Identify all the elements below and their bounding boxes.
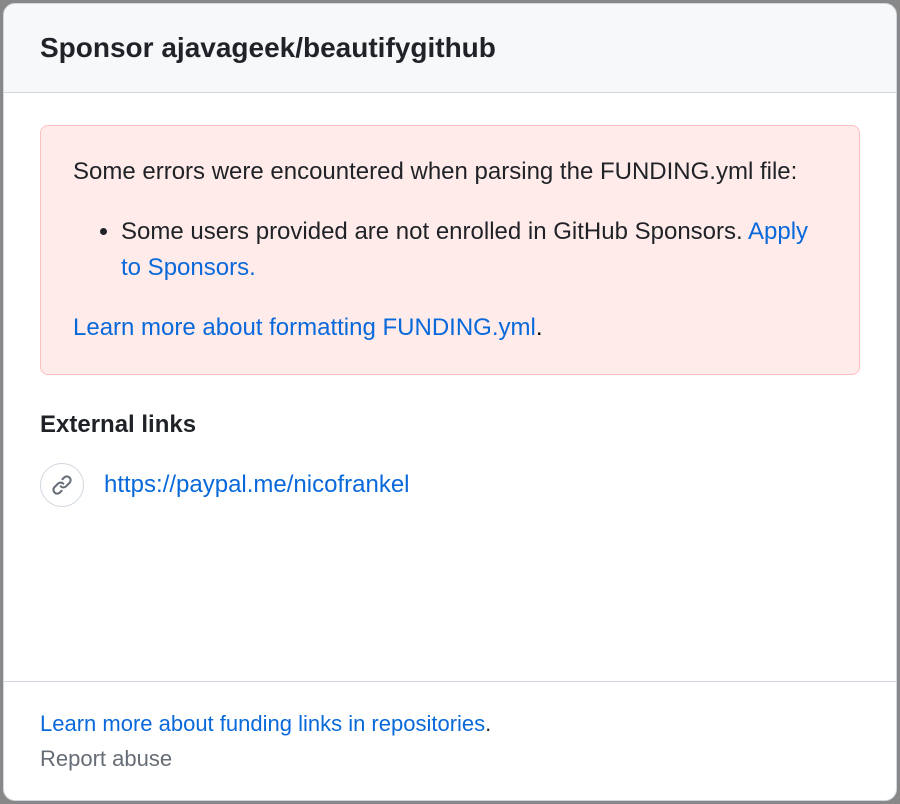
report-abuse-link[interactable]: Report abuse: [40, 741, 860, 776]
dialog-footer: Learn more about funding links in reposi…: [4, 681, 896, 800]
error-list: Some users provided are not enrolled in …: [73, 214, 827, 286]
error-learn-suffix: .: [536, 314, 543, 341]
external-links-heading: External links: [40, 411, 860, 439]
error-list-item: Some users provided are not enrolled in …: [121, 214, 827, 286]
error-intro-text: Some errors were encountered when parsin…: [73, 154, 827, 190]
footer-learn-suffix: .: [485, 711, 491, 736]
link-icon: [40, 463, 84, 507]
footer-learn-line: Learn more about funding links in reposi…: [40, 706, 860, 741]
learn-formatting-link[interactable]: Learn more about formatting FUNDING.yml: [73, 314, 536, 341]
error-item-text: Some users provided are not enrolled in …: [121, 218, 748, 245]
dialog-title: Sponsor ajavageek/beautifygithub: [40, 32, 860, 64]
external-link-url[interactable]: https://paypal.me/nicofrankel: [104, 471, 410, 499]
error-learn-more: Learn more about formatting FUNDING.yml.: [73, 310, 827, 346]
dialog-body: Some errors were encountered when parsin…: [4, 93, 896, 681]
dialog-header: Sponsor ajavageek/beautifygithub: [4, 4, 896, 93]
error-flash: Some errors were encountered when parsin…: [40, 125, 860, 375]
external-link-row: https://paypal.me/nicofrankel: [40, 463, 860, 507]
sponsor-dialog: Sponsor ajavageek/beautifygithub Some er…: [3, 3, 897, 801]
learn-funding-links-link[interactable]: Learn more about funding links in reposi…: [40, 711, 485, 736]
